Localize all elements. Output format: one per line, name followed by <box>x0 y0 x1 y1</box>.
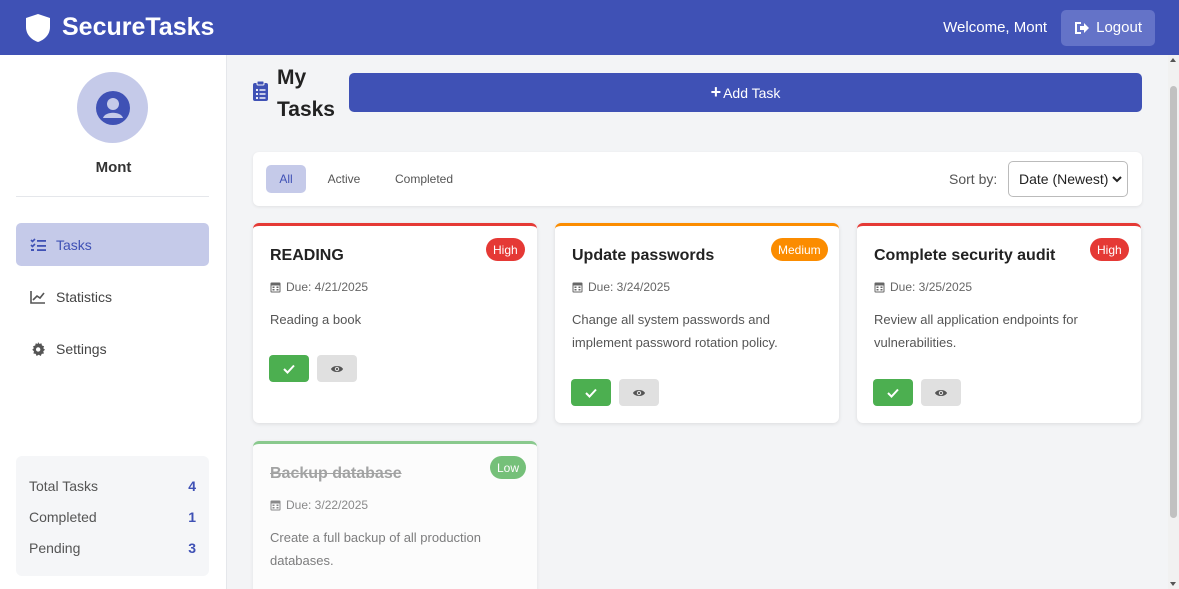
add-task-button[interactable]: + Add Task <box>349 73 1142 112</box>
view-button[interactable] <box>317 355 357 382</box>
priority-badge: High <box>486 238 525 261</box>
sort-value: Date (Newest) <box>1019 171 1109 187</box>
due-date: Due: 4/21/2025 <box>270 280 368 294</box>
sidebar-item-statistics[interactable]: Statistics <box>16 275 209 318</box>
line-chart-icon <box>30 290 45 304</box>
check-icon <box>887 388 899 398</box>
sidebar-item-tasks[interactable]: Tasks <box>16 223 209 266</box>
filter-label: All <box>279 172 293 186</box>
stat-label: Completed <box>29 508 97 525</box>
page-title: My Tasks <box>277 62 337 126</box>
shield-icon <box>26 13 50 42</box>
username: Mont <box>95 159 132 176</box>
avatar <box>77 72 148 143</box>
logout-button[interactable]: Logout <box>1061 9 1155 46</box>
filter-label: Completed <box>394 172 454 186</box>
sidebar-item-label: Tasks <box>56 236 92 253</box>
due-date: Due: 3/22/2025 <box>270 498 368 512</box>
filter-completed[interactable]: Completed <box>384 165 464 193</box>
chevron-down-icon <box>1112 176 1122 183</box>
sort-select[interactable]: Date (Newest) <box>1008 161 1128 197</box>
sidebar: Mont Tasks Statistics Settings Total Tas… <box>0 55 227 589</box>
priority-badge: Medium <box>771 238 828 261</box>
page-title-line1: My <box>277 66 307 89</box>
sidebar-item-settings[interactable]: Settings <box>16 327 209 370</box>
task-title: Update passwords <box>572 247 715 264</box>
calendar-icon <box>270 282 281 293</box>
clipboard-list-icon <box>253 80 268 101</box>
user-circle-icon <box>95 90 130 125</box>
due-date: Due: 3/24/2025 <box>572 280 670 294</box>
task-card: Update passwords Medium Due: 3/24/2025 C… <box>555 223 839 423</box>
calendar-icon <box>572 282 583 293</box>
scroll-thumb[interactable] <box>1170 86 1177 518</box>
due-date: Due: 3/25/2025 <box>874 280 972 294</box>
gear-icon <box>32 341 45 356</box>
task-title: READING <box>270 247 344 264</box>
stat-value: 1 <box>188 508 196 525</box>
filter-bar: All Active Completed Sort by: Date (Newe… <box>253 152 1142 206</box>
welcome-text: Welcome, Mont <box>943 19 1048 36</box>
plus-icon: + <box>710 82 722 102</box>
filter-all[interactable]: All <box>266 165 306 193</box>
stat-label: Pending <box>29 539 81 556</box>
due-text: Due: 4/21/2025 <box>286 280 369 294</box>
app-name: SecureTasks <box>62 13 215 41</box>
sort-label: Sort by: <box>949 171 998 187</box>
task-title: Complete security audit <box>874 247 1056 264</box>
task-card: Complete security audit High Due: 3/25/2… <box>857 223 1141 423</box>
stat-value: 3 <box>188 539 196 556</box>
complete-button[interactable] <box>571 379 611 406</box>
eye-icon <box>633 389 645 396</box>
stat-value: 4 <box>188 477 196 494</box>
calendar-icon <box>874 282 885 293</box>
filter-active[interactable]: Active <box>316 165 372 193</box>
task-description: Change all system passwords and implemen… <box>572 312 778 350</box>
task-description: Reading a book <box>270 312 362 327</box>
task-description: Review all application endpoints for vul… <box>874 312 1078 350</box>
complete-button[interactable] <box>269 355 309 382</box>
logout-icon <box>1075 21 1090 34</box>
eye-icon <box>935 389 947 396</box>
filter-label: Active <box>327 172 361 186</box>
logout-label: Logout <box>1096 19 1142 36</box>
sidebar-divider <box>16 196 209 197</box>
scroll-down-arrow-icon[interactable] <box>1170 582 1176 586</box>
calendar-icon <box>270 500 281 511</box>
stat-label: Total Tasks <box>29 477 98 494</box>
sidebar-item-label: Statistics <box>56 288 113 305</box>
app-header: SecureTasks Welcome, Mont Logout <box>0 0 1179 55</box>
due-text: Due: 3/22/2025 <box>286 498 369 512</box>
stat-total: Total Tasks 4 <box>29 470 196 501</box>
complete-button[interactable] <box>873 379 913 406</box>
view-button[interactable] <box>619 379 659 406</box>
scroll-up-arrow-icon[interactable] <box>1170 58 1176 62</box>
sidebar-item-label: Settings <box>56 340 107 357</box>
stat-pending: Pending 3 <box>29 532 196 563</box>
page-title-line2: Tasks <box>277 98 335 121</box>
check-icon <box>585 388 597 398</box>
tasks-list-icon <box>30 237 46 251</box>
check-icon <box>283 364 295 374</box>
add-task-label: Add Task <box>723 84 781 101</box>
due-text: Due: 3/24/2025 <box>588 280 671 294</box>
task-description: Create a full backup of all production d… <box>270 530 482 568</box>
task-card: READING High Due: 4/21/2025 Reading a bo… <box>253 223 537 423</box>
view-button[interactable] <box>921 379 961 406</box>
task-title: Backup database <box>270 465 402 482</box>
brand: SecureTasks <box>24 13 214 43</box>
task-card: Backup database Low Due: 3/22/2025 Creat… <box>253 441 537 589</box>
priority-badge: High <box>1090 238 1129 261</box>
eye-icon <box>331 365 343 372</box>
due-text: Due: 3/25/2025 <box>890 280 973 294</box>
stat-completed: Completed 1 <box>29 501 196 532</box>
priority-badge: Low <box>490 456 527 479</box>
task-stats: Total Tasks 4 Completed 1 Pending 3 <box>16 456 209 576</box>
page-scrollbar[interactable] <box>1168 55 1179 589</box>
